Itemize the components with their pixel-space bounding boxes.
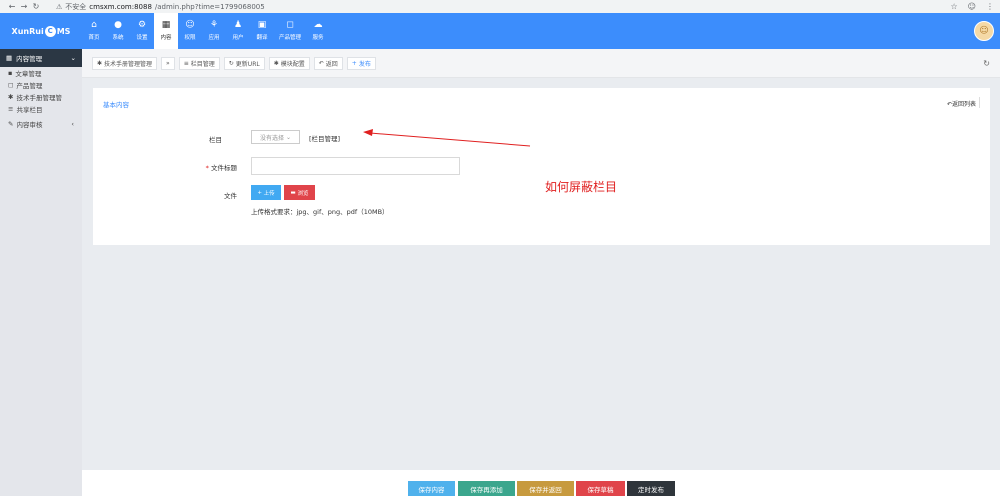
nav-content[interactable]: ▦ 内容 [154, 13, 178, 49]
bottom-action-bar: 保存内容 保存再添加 保存并返回 保存草稿 定时发布 [82, 470, 1000, 496]
chevron-down-icon: ⌄ [70, 54, 76, 62]
update-url-button[interactable]: ↻ 更新URL [223, 56, 265, 70]
forward-arrow-icon[interactable]: → [18, 2, 30, 11]
sidebar-item-review[interactable]: ✎ 内容审核 ‹ [0, 118, 82, 130]
gear-icon: ✱ [273, 59, 279, 67]
user-circle-icon: ☺ [185, 20, 195, 30]
cogs-icon: ⚙ [137, 20, 147, 30]
module-dropdown[interactable]: ✱ 技术手册管理管理 [92, 56, 158, 70]
form-card: 基本内容 ↶返回列表 栏目 没有选择 ⌄ [栏目管理] * 文件标题 文件 + … [93, 88, 990, 245]
list-icon: ≡ [183, 59, 189, 67]
grid-icon: ▦ [161, 20, 171, 30]
article-icon: ▪ [8, 69, 13, 77]
module-config-button[interactable]: ✱ 模块配置 [268, 56, 310, 70]
star-icon[interactable]: ☆ [950, 2, 957, 11]
nav-permissions[interactable]: ☺ 权限 [178, 13, 202, 49]
save-content-button[interactable]: 保存内容 [408, 481, 455, 496]
save-and-return-button[interactable]: 保存并返回 [517, 481, 574, 496]
security-label: 不安全 [65, 2, 87, 11]
logo-tail: MS [56, 26, 71, 36]
gear-icon: ✱ [8, 93, 14, 101]
top-nav: ⌂ 首页 ● 系统 ⚙ 设置 ▦ 内容 ☺ 权限 ⚘ 应用 ♟ 用户 ▣ 翻译 ◻ 产品管理 ☁ 服… [82, 13, 330, 49]
chevron-left-icon: ‹ [71, 120, 74, 128]
nav-settings[interactable]: ⚙ 设置 [130, 13, 154, 49]
sidebar-head-content-manage[interactable]: ▦ 内容管理 ⌄ [0, 49, 82, 67]
logo[interactable]: XunRui C MS [0, 13, 82, 49]
profile-icon[interactable]: ☺ [968, 2, 976, 11]
save-and-add-button[interactable]: 保存再添加 [458, 481, 515, 496]
double-chevron-down-icon: » [166, 59, 170, 67]
back-button[interactable]: ↶ 返回 [313, 56, 343, 70]
warning-icon: ⚠ [56, 2, 63, 11]
globe-icon: ● [114, 20, 122, 30]
bag-icon: ◻ [286, 20, 294, 30]
translate-icon: ▣ [257, 20, 267, 30]
cloud-icon: ☁ [313, 20, 323, 30]
plus-icon: + [351, 59, 357, 67]
sidebar-item-articles[interactable]: ▪ 文章管理 [0, 67, 82, 79]
nav-apps[interactable]: ⚘ 应用 [202, 13, 226, 49]
publish-button[interactable]: + 发布 [346, 56, 376, 70]
sitemap-icon: ⚘ [209, 20, 219, 30]
nav-products[interactable]: ◻ 产品管理 [274, 13, 306, 49]
user-icon: ♟ [233, 20, 243, 30]
bag-icon: ◻ [8, 81, 14, 89]
nav-users[interactable]: ♟ 用户 [226, 13, 250, 49]
nav-services[interactable]: ☁ 服务 [306, 13, 330, 49]
list-icon: ≡ [8, 105, 14, 113]
home-icon: ⌂ [91, 20, 97, 30]
url-path: /admin.php?time=1799068005 [154, 2, 265, 11]
toolbar: ✱ 技术手册管理管理 » ≡ 栏目管理 ↻ 更新URL ✱ 模块配置 ↶ 返回 + 发布 ↻ [82, 49, 1000, 78]
reply-icon: ↶ [318, 59, 324, 67]
sidebar-item-shared-category[interactable]: ≡ 共享栏目 [0, 103, 82, 115]
sidebar-item-products[interactable]: ◻ 产品管理 [0, 79, 82, 91]
scheduled-publish-button[interactable]: 定时发布 [627, 481, 675, 496]
menu-icon[interactable]: ⋮ [986, 2, 994, 11]
address-bar[interactable]: ⚠ 不安全 cmsxm.com:8088/admin.php?time=1799… [56, 2, 265, 12]
back-arrow-icon[interactable]: ← [6, 2, 18, 11]
logo-text: XunRui [11, 26, 44, 36]
reload-icon[interactable]: ↻ [30, 2, 42, 11]
refresh-icon[interactable]: ↻ [983, 59, 990, 68]
nav-translate[interactable]: ▣ 翻译 [250, 13, 274, 49]
module-dropdown-toggle[interactable]: » [161, 56, 175, 70]
browser-bar: ← → ↻ ⚠ 不安全 cmsxm.com:8088/admin.php?tim… [0, 0, 1000, 13]
logo-c-icon: C [44, 25, 56, 37]
annotation-arrow [363, 129, 531, 147]
top-header: XunRui C MS ⌂ 首页 ● 系统 ⚙ 设置 ▦ 内容 ☺ 权限 ⚘ 应用 ♟ 用户 … [0, 13, 1000, 49]
gear-icon: ✱ [97, 59, 103, 67]
url-host: cmsxm.com:8088 [89, 2, 152, 11]
save-draft-button[interactable]: 保存草稿 [576, 481, 625, 496]
sidebar-item-manual[interactable]: ✱ 技术手册管理管 [0, 91, 82, 103]
avatar[interactable]: ☺ [974, 21, 994, 41]
edit-icon: ✎ [8, 120, 14, 128]
refresh-icon: ↻ [228, 59, 234, 67]
grid-icon: ▦ [6, 54, 13, 62]
nav-home[interactable]: ⌂ 首页 [82, 13, 106, 49]
sidebar: ▦ 内容管理 ⌄ ▪ 文章管理 ◻ 产品管理 ✱ 技术手册管理管 ≡ 共享栏目 ✎ 内容审… [0, 49, 82, 496]
category-manage-button[interactable]: ≡ 栏目管理 [178, 56, 220, 70]
nav-system[interactable]: ● 系统 [106, 13, 130, 49]
